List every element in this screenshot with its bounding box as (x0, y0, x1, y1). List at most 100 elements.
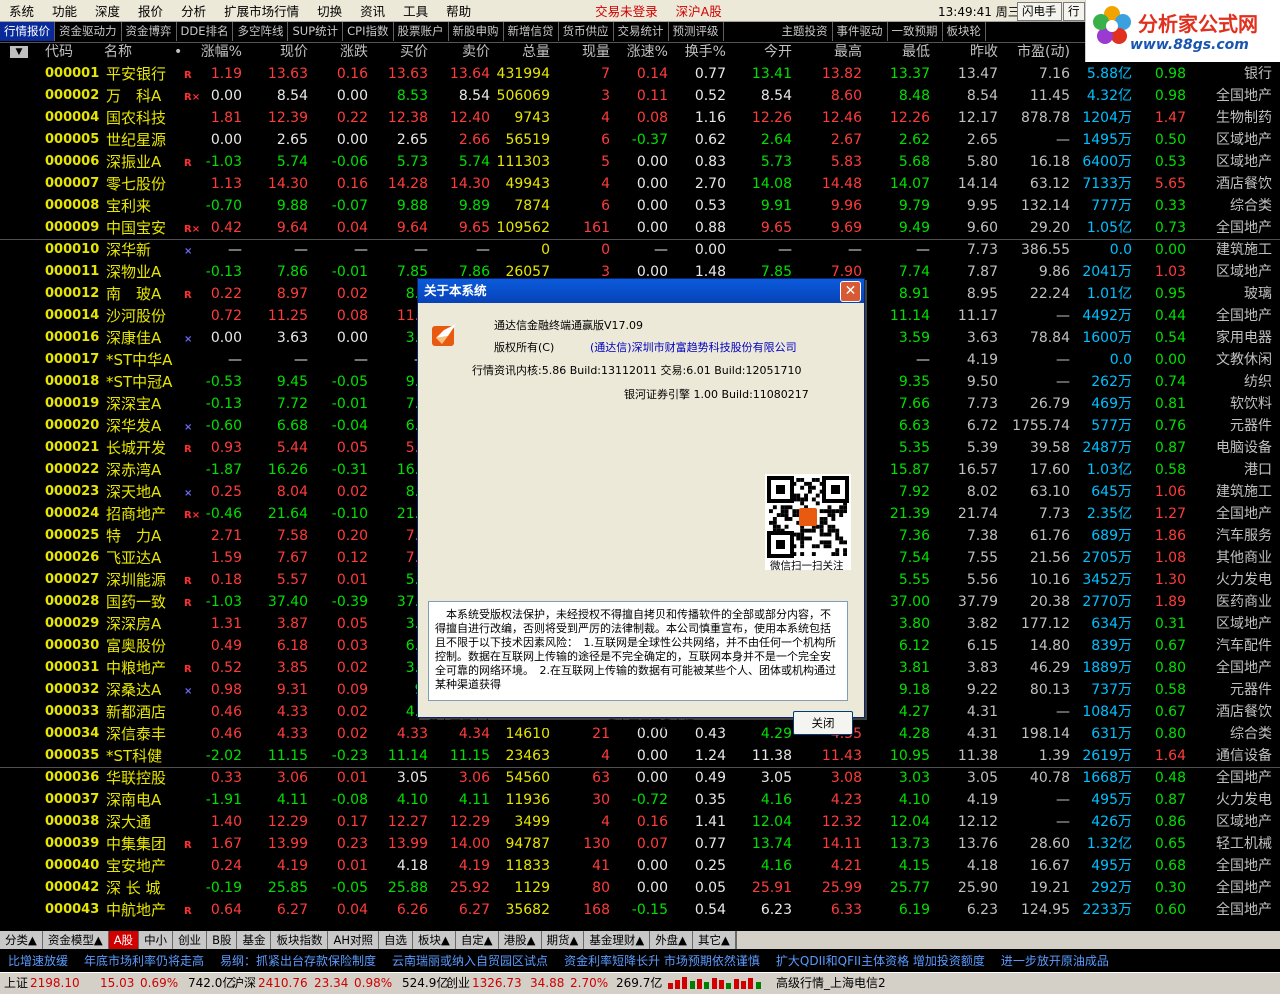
column-header[interactable]: 涨幅% (190, 42, 242, 63)
tab-item[interactable]: DDE排名 (177, 22, 234, 41)
trade-login-status[interactable]: 交易未登录 (586, 1, 667, 20)
column-header[interactable]: 涨跌 (316, 42, 368, 63)
column-header[interactable]: 名称 (104, 42, 154, 63)
tab-item[interactable]: 主题投资 (778, 22, 833, 41)
table-row[interactable]: 000008 宝利来 -0.70 9.88 -0.07 9.88 9.89 7874 6 0.00… (0, 195, 1280, 217)
market-tab[interactable]: 期货▲ (541, 931, 585, 949)
menu-quote[interactable]: 报价 (129, 1, 172, 20)
column-header[interactable]: 现量 (568, 42, 610, 63)
market-tab[interactable]: 其它▲ (693, 931, 736, 949)
menu-news[interactable]: 资讯 (351, 1, 394, 20)
market-tab[interactable]: 自定▲ (455, 931, 499, 949)
column-header[interactable]: 买价 (376, 42, 428, 63)
table-row[interactable]: 000007 零七股份 1.13 14.30 0.16 14.28 14.30 49943 4 0… (0, 173, 1280, 195)
tab-item[interactable]: 新增信贷 (504, 22, 559, 41)
table-row[interactable]: 000040 宝安地产 0.24 4.19 0.01 4.18 4.19 11833 41 0.0… (0, 855, 1280, 877)
table-row[interactable]: 000039 中集集团 1.67 13.99 0.23 13.99 14.00 94787 13… (0, 833, 1280, 855)
table-row[interactable]: 000005 世纪星源 0.00 2.65 0.00 2.65 2.66 56519 6 -0.3… (0, 129, 1280, 151)
sort-dropdown-icon[interactable]: ▼ (10, 46, 28, 58)
table-row[interactable]: 000006 深振业A -1.03 5.74 -0.06 5.73 5.74 111303 5 0… (0, 151, 1280, 173)
tab-item[interactable]: 资金博弈 (122, 22, 177, 41)
market-tab[interactable]: A股 (108, 931, 140, 949)
column-header[interactable]: • (174, 42, 184, 63)
volume-ratio: 0.67 (1154, 704, 1186, 720)
market-tab[interactable]: B股 (207, 931, 238, 949)
market-tab[interactable]: 中小 (139, 931, 174, 949)
column-header[interactable]: 今开 (736, 42, 792, 63)
table-row[interactable]: 000037 深南电A -1.91 4.11 -0.08 4.10 4.11 11936 30 -… (0, 789, 1280, 811)
table-row[interactable]: 000036 华联控股 0.33 3.06 0.01 3.05 3.06 54560 63 0.0… (0, 767, 1280, 789)
column-header[interactable]: 市盈(动) (1006, 42, 1070, 63)
tab-item[interactable]: 行情报价 (0, 22, 55, 41)
news-headline[interactable]: 扩大QDII和QFII主体资格 增加投资额度 (768, 952, 993, 969)
news-headline[interactable]: 云南瑞丽或纳入自贸园区试点 (384, 952, 556, 969)
market-tab[interactable]: 板块▲ (412, 931, 456, 949)
market-tab[interactable]: 自选 (378, 931, 413, 949)
column-header[interactable]: 涨速% (616, 42, 668, 63)
market-tab[interactable]: 资金模型▲ (42, 931, 109, 949)
market-status[interactable]: 深沪A股 (667, 1, 731, 20)
close-button[interactable]: 关闭 (793, 711, 853, 735)
dialog-titlebar[interactable]: 关于本系统 ✕ (418, 279, 864, 303)
tab-item[interactable]: 股票账户 (394, 22, 449, 41)
table-row[interactable]: 000042 深 长 城 -0.19 25.85 -0.05 25.88 25.92 1129… (0, 877, 1280, 899)
wechat-qr-code[interactable] (765, 474, 851, 570)
tab-item[interactable]: 货币供应 (559, 22, 614, 41)
table-row[interactable]: 000002 万 科A 0.00 8.54 0.00 8.53 8.54 506069 3 0.1… (0, 85, 1280, 107)
menu-function[interactable]: 功能 (43, 1, 86, 20)
tab-item[interactable]: 多空阵线 (233, 22, 289, 41)
news-headline[interactable]: 进一步放开原油成品 (993, 952, 1117, 969)
tab-item[interactable]: 预测评级 (669, 22, 724, 41)
column-header[interactable]: 最低 (868, 42, 930, 63)
table-row[interactable]: 000010 深华新 — — — — — 0 0 — 0.00 — — — 7.73 386.55 0.0 0.0… (0, 239, 1280, 261)
table-row[interactable]: 000035 *ST科健 -2.02 11.15 -0.23 11.14 11.15 2346… (0, 745, 1280, 767)
horizontal-scrollbar[interactable] (735, 931, 1280, 949)
column-header[interactable]: 总量 (496, 42, 550, 63)
menu-extended-market[interactable]: 扩展市场行情 (215, 1, 308, 20)
high-price: 25.99 (821, 880, 862, 896)
tab-item[interactable]: 交易统计 (614, 22, 669, 41)
menu-tools[interactable]: 工具 (394, 1, 437, 20)
flash-trade-button[interactable]: 闪电手 (1017, 2, 1062, 21)
tab-item[interactable]: 板块轮 (943, 22, 986, 41)
news-headline[interactable]: 易纲：抓紧出台存款保险制度 (212, 952, 384, 969)
menu-system[interactable]: 系统 (0, 1, 43, 20)
market-tab[interactable]: 基金 (237, 931, 272, 949)
tab-item[interactable]: 一致预期 (888, 22, 943, 41)
news-headline[interactable]: 年底市场利率仍将走高 (76, 952, 212, 969)
market-tab[interactable]: 基金理财▲ (584, 931, 651, 949)
menu-depth[interactable]: 深度 (86, 1, 129, 20)
tab-item[interactable]: CPI指数 (343, 22, 394, 41)
table-row[interactable]: 000043 中航地产 0.64 6.27 0.04 6.26 6.27 35682 168 -0… (0, 899, 1280, 921)
column-header[interactable]: 卖价 (436, 42, 490, 63)
close-icon[interactable]: ✕ (840, 281, 861, 302)
trade-button[interactable]: 行 (1063, 2, 1085, 21)
table-row[interactable]: 000009 中国宝安 0.42 9.64 0.04 9.64 9.65 109562 161 0… (0, 217, 1280, 239)
market-tab[interactable]: 港股▲ (498, 931, 542, 949)
news-headline[interactable]: 资金利率短降长升 市场预期依然谨慎 (556, 952, 768, 969)
tab-item[interactable]: SUP统计 (288, 22, 344, 41)
column-header[interactable]: 换手% (676, 42, 726, 63)
table-row[interactable]: 000038 深大通 1.40 12.29 0.17 12.27 12.29 3499 4 0.1… (0, 811, 1280, 833)
column-header[interactable]: 现价 (256, 42, 308, 63)
tab-item[interactable]: 事件驱动 (833, 22, 888, 41)
company-link[interactable]: (通达信)深圳市财富趋势科技股份有限公司 (590, 339, 797, 355)
market-tab[interactable]: 创业 (173, 931, 208, 949)
server-status[interactable]: 高级行情_上海电信2 (776, 973, 886, 993)
menu-help[interactable]: 帮助 (437, 1, 480, 20)
table-row[interactable]: 000001 平安银行 1.19 13.63 0.16 13.63 13.64 431994 7… (0, 63, 1280, 85)
license-notice[interactable]: 本系统受版权法保护，未经授权不得擅自拷贝和传播软件的全部或部分内容，不得擅自进行… (428, 601, 848, 701)
tab-item[interactable]: 新股申购 (449, 22, 504, 41)
menu-switch[interactable]: 切换 (308, 1, 351, 20)
column-header[interactable]: 最高 (800, 42, 862, 63)
column-header[interactable]: 昨收 (936, 42, 998, 63)
market-tab[interactable]: AH对照 (328, 931, 379, 949)
market-tab[interactable]: 板块指数 (271, 931, 329, 949)
tab-item[interactable]: 资金驱动力 (55, 22, 122, 41)
market-tab[interactable]: 分类▲ (0, 931, 43, 949)
column-header[interactable]: 代码 (45, 42, 105, 63)
news-headline[interactable]: 比增速放缓 (0, 952, 76, 969)
menu-analysis[interactable]: 分析 (172, 1, 215, 20)
market-tab[interactable]: 外盘▲ (650, 931, 694, 949)
table-row[interactable]: 000004 国农科技 1.81 12.39 0.22 12.38 12.40 9743 4 0.… (0, 107, 1280, 129)
